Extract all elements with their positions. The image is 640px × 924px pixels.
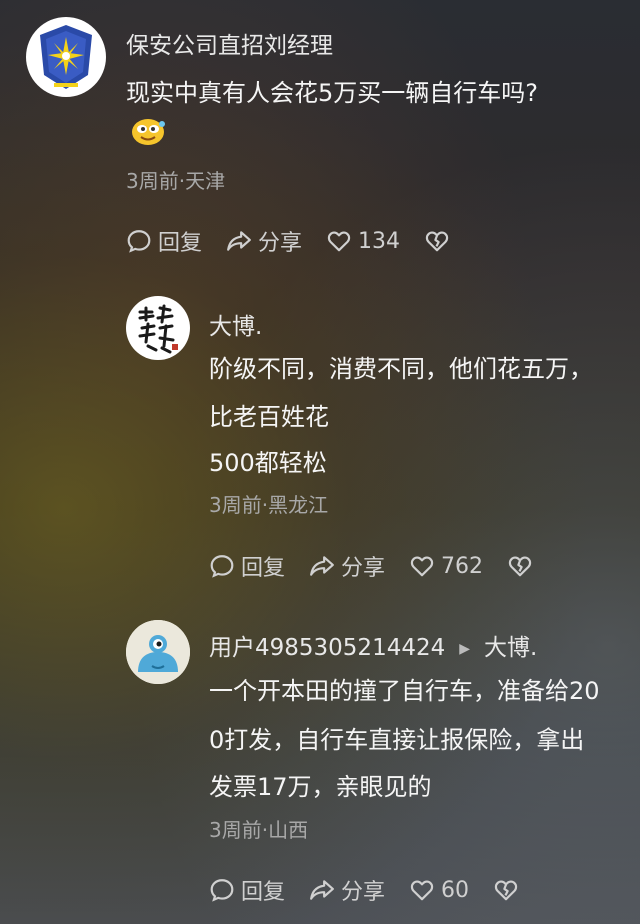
comment-text-line: 一个开本田的撞了自行车，准备给20 [209,677,600,705]
reply-to-username[interactable]: 大博. [484,635,537,661]
heart-icon [410,556,434,577]
comment-text-line: 阶级不同，消费不同，他们花五万， [209,355,593,383]
calligraphy-avatar-icon [138,304,178,354]
share-button[interactable]: 分享 [309,874,385,906]
like-button[interactable]: 60 [409,877,469,903]
username-line: 用户4985305214424 ▶ 大博. [209,628,537,662]
comment-text-line: 0打发，自行车直接让报保险，拿出 [209,726,585,754]
heart-icon [410,880,434,901]
reply-icon [210,555,234,578]
reply-label: 回复 [241,880,286,905]
avatar[interactable] [126,620,190,684]
avatar[interactable] [126,296,190,360]
reply-button[interactable]: 回复 [209,874,285,906]
comment-actions: 回复 分享 134 [126,225,474,257]
reply-button[interactable]: 回复 [209,550,285,582]
reply-icon [127,230,151,253]
avatar[interactable] [26,17,106,97]
comment-text-line: 发票17万，亲眼见的 [209,773,432,801]
laughing-face-icon [130,116,166,146]
like-button[interactable]: 134 [326,228,400,254]
share-label: 分享 [258,231,303,256]
reply-label: 回复 [158,231,203,256]
username[interactable]: 用户4985305214424 [209,635,445,661]
share-icon [227,231,251,251]
dislike-button[interactable] [507,553,533,579]
like-count: 134 [358,228,401,254]
comment-text-line: 500都轻松 [209,449,327,477]
reply-label: 回复 [241,556,286,581]
broken-heart-icon [494,880,518,901]
username[interactable]: 保安公司直招刘经理 [126,26,333,60]
like-count: 762 [441,553,484,579]
share-button[interactable]: 分享 [226,225,302,257]
share-icon [310,556,334,576]
reply-arrow-icon: ▶ [459,640,471,657]
robot-avatar-icon [126,620,190,684]
comment-actions: 回复 分享 762 [209,550,557,582]
share-icon [310,880,334,900]
broken-heart-icon [425,231,449,252]
comment-actions: 回复 分享 60 [209,874,543,906]
heart-icon [327,231,351,252]
username[interactable]: 大博. [209,307,262,341]
comment-meta: 3周前·山西 [209,818,309,842]
share-label: 分享 [341,880,386,905]
dislike-button[interactable] [424,228,450,254]
comment-3: 用户4985305214424 ▶ 大博. 一个开本田的撞了自行车，准备给20 0打… [0,600,640,924]
reply-icon [210,879,234,902]
broken-heart-icon [508,556,532,577]
reply-button[interactable]: 回复 [126,225,202,257]
share-button[interactable]: 分享 [309,550,385,582]
comment-1: 保安公司直招刘经理 现实中真有人会花5万买一辆自行车吗? 3周前·天津 回复 分… [0,0,640,280]
comment-2: 大博. 阶级不同，消费不同，他们花五万， 比老百姓花 500都轻松 3周前·黑龙… [0,280,640,600]
comment-text-line: 现实中真有人会花5万买一辆自行车吗? [126,79,539,107]
comment-meta: 3周前·黑龙江 [209,493,329,517]
security-badge-icon [40,25,92,89]
share-label: 分享 [341,556,386,581]
like-button[interactable]: 762 [409,553,483,579]
like-count: 60 [441,877,470,903]
dislike-button[interactable] [493,877,519,903]
comment-meta: 3周前·天津 [126,169,226,193]
